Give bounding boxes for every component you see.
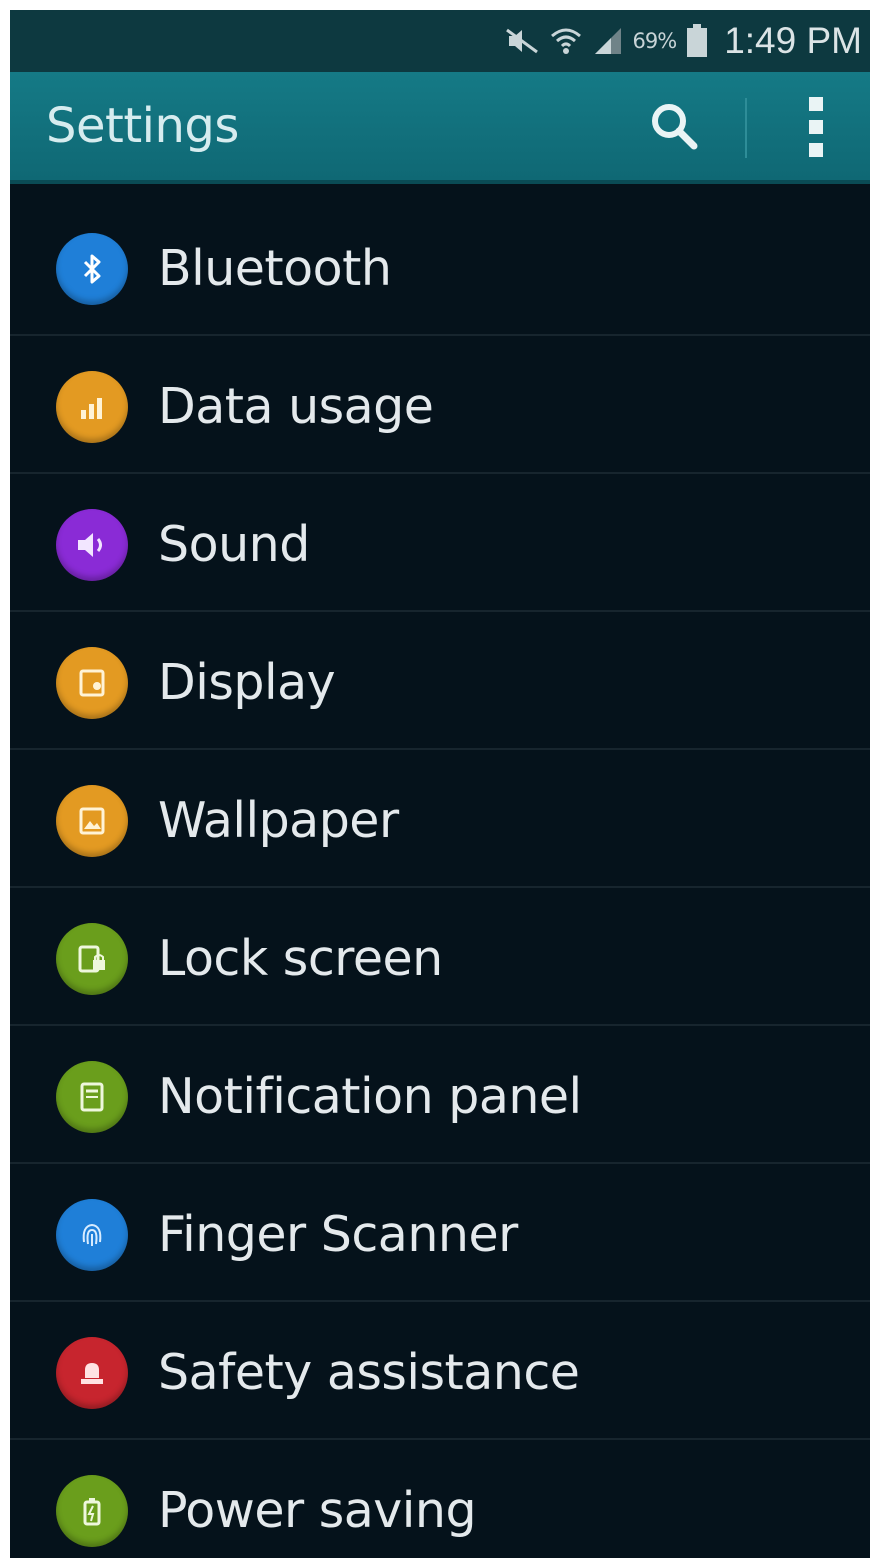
settings-item-power-saving[interactable]: Power saving (10, 1440, 870, 1558)
settings-item-label: Finger Scanner (158, 1206, 518, 1263)
settings-item-bluetooth[interactable]: Bluetooth (10, 198, 870, 336)
settings-list: Bluetooth Data usage Sound Display Wallp… (10, 198, 870, 1558)
search-button[interactable] (642, 96, 706, 160)
settings-item-label: Sound (158, 516, 310, 573)
settings-item-label: Lock screen (158, 930, 443, 987)
bluetooth-icon (56, 233, 128, 305)
page-title: Settings (46, 98, 239, 154)
safety-icon (56, 1337, 128, 1409)
sound-icon (56, 509, 128, 581)
settings-item-finger-scanner[interactable]: Finger Scanner (10, 1164, 870, 1302)
settings-item-label: Data usage (158, 378, 434, 435)
phone-screen: 69% 1:49 PM Settings Bluetooth Data usag… (10, 10, 870, 1558)
settings-item-safety-assistance[interactable]: Safety assistance (10, 1302, 870, 1440)
signal-icon (593, 26, 623, 56)
settings-item-display[interactable]: Display (10, 612, 870, 750)
settings-item-data-usage[interactable]: Data usage (10, 336, 870, 474)
settings-item-label: Wallpaper (158, 792, 399, 849)
battery-icon (686, 24, 708, 58)
wifi-icon (549, 24, 583, 58)
power-saving-icon (56, 1475, 128, 1547)
battery-percent: 69% (632, 29, 678, 53)
display-icon (56, 647, 128, 719)
settings-item-label: Display (158, 654, 336, 711)
more-options-button[interactable] (788, 94, 844, 164)
status-clock: 1:49 PM (724, 20, 862, 61)
settings-item-wallpaper[interactable]: Wallpaper (10, 750, 870, 888)
settings-item-label: Notification panel (158, 1068, 582, 1125)
search-icon (648, 100, 700, 156)
settings-item-label: Power saving (158, 1482, 477, 1539)
fingerprint-icon (56, 1199, 128, 1271)
mute-icon (505, 26, 539, 56)
status-bar: 69% 1:49 PM (10, 10, 870, 72)
status-icons: 69% 1:49 PM (505, 16, 862, 66)
wallpaper-icon (56, 785, 128, 857)
settings-item-notification-panel[interactable]: Notification panel (10, 1026, 870, 1164)
app-bar: Settings (10, 72, 870, 184)
settings-item-label: Bluetooth (158, 240, 392, 297)
notification-panel-icon (56, 1061, 128, 1133)
lock-screen-icon (56, 923, 128, 995)
data-usage-icon (56, 371, 128, 443)
settings-item-label: Safety assistance (158, 1344, 580, 1401)
settings-item-sound[interactable]: Sound (10, 474, 870, 612)
more-vert-icon (806, 95, 826, 163)
settings-item-lock-screen[interactable]: Lock screen (10, 888, 870, 1026)
app-bar-divider (745, 98, 747, 158)
